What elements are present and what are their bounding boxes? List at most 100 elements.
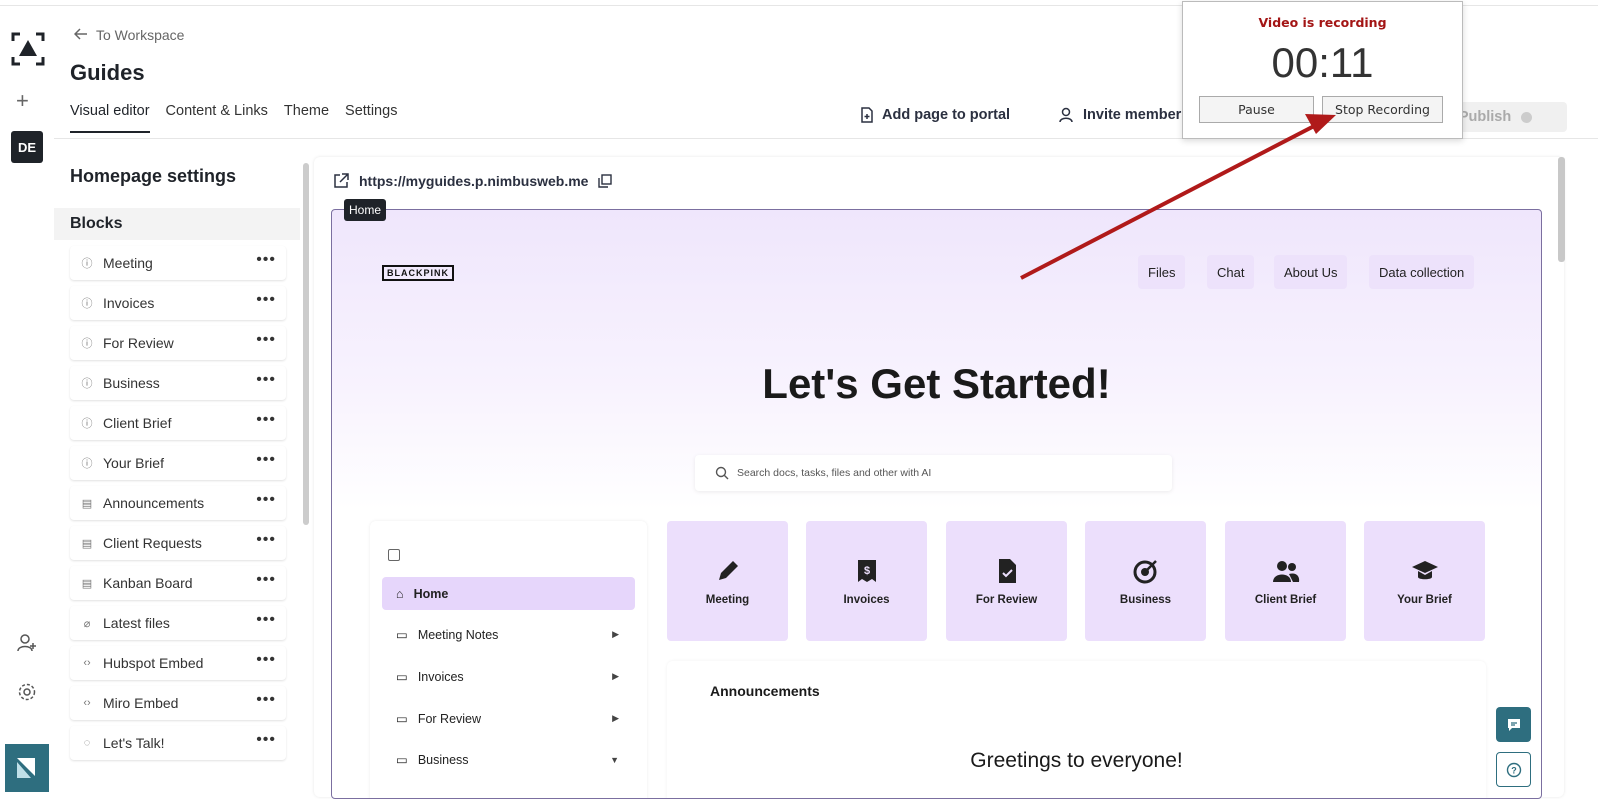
gear-icon[interactable] [17, 682, 37, 702]
panel-scrollbar[interactable] [303, 163, 309, 525]
invite-members-button[interactable]: Invite members [1059, 107, 1189, 123]
block-item-business[interactable]: ⓘ Business ••• [70, 366, 286, 400]
more-options-icon[interactable]: ••• [256, 252, 276, 268]
recording-timer: 00:11 [1271, 39, 1374, 86]
sidenav-item-for-review[interactable]: ▭ For Review ▶ [382, 702, 635, 735]
block-item-client-brief[interactable]: ⓘ Client Brief ••• [70, 406, 286, 440]
page-title: Guides [70, 60, 145, 85]
stop-recording-button[interactable]: Stop Recording [1322, 96, 1443, 123]
svg-text:?: ? [1511, 765, 1517, 775]
sidenav-item-home[interactable]: ⌂ Home [382, 577, 635, 610]
tab-content-links[interactable]: Content & Links [166, 103, 268, 133]
tab-settings[interactable]: Settings [345, 103, 397, 133]
home-icon: ⌂ [396, 586, 404, 601]
add-page-icon [861, 107, 873, 123]
site-nav-data-collection[interactable]: Data collection [1369, 255, 1475, 289]
target-icon [1133, 559, 1157, 583]
app-logo-icon[interactable] [11, 32, 45, 66]
block-item-meeting[interactable]: ⓘ Meeting ••• [70, 246, 286, 280]
info-icon: ⓘ [81, 338, 93, 350]
back-to-workspace-link[interactable]: To Workspace [73, 27, 185, 43]
collapse-sidebar-icon[interactable] [388, 549, 400, 561]
preview-scrollbar[interactable] [1558, 157, 1565, 262]
help-button[interactable]: ? [1496, 752, 1531, 787]
block-item-your-brief[interactable]: ⓘ Your Brief ••• [70, 446, 286, 480]
editor-tabs: Visual editor Content & Links Theme Sett… [70, 103, 397, 133]
external-link-icon[interactable] [333, 173, 349, 189]
tab-theme[interactable]: Theme [284, 103, 329, 133]
brand-icon[interactable] [5, 744, 49, 792]
block-item-miro-embed[interactable]: ‹› Miro Embed ••• [70, 686, 286, 720]
tab-visual-editor[interactable]: Visual editor [70, 103, 150, 133]
more-options-icon[interactable]: ••• [256, 292, 276, 308]
more-options-icon[interactable]: ••• [256, 332, 276, 348]
block-item-kanban-board[interactable]: ▤ Kanban Board ••• [70, 566, 286, 600]
tile-meeting[interactable]: Meeting [667, 521, 788, 641]
url-text: https://myguides.p.nimbusweb.me [359, 173, 589, 189]
more-options-icon[interactable]: ••• [256, 732, 276, 748]
add-page-to-portal-button[interactable]: Add page to portal [860, 107, 1010, 123]
info-icon: ⓘ [81, 378, 93, 390]
tile-for-review[interactable]: For Review [946, 521, 1067, 641]
search-placeholder: Search docs, tasks, files and other with… [737, 467, 932, 479]
file-check-icon [998, 558, 1016, 583]
portal-preview: BLACKPINK Files Chat About Us Data colle… [331, 209, 1542, 799]
recording-status: Video is recording [1258, 15, 1387, 30]
portal-url[interactable]: https://myguides.p.nimbusweb.me [333, 173, 613, 189]
add-icon[interactable]: + [16, 90, 29, 112]
publish-label: Publish [1458, 109, 1512, 125]
pause-button[interactable]: Pause [1199, 96, 1314, 123]
info-icon: ⓘ [81, 418, 93, 430]
site-nav-about-us[interactable]: About Us [1274, 255, 1348, 289]
more-options-icon[interactable]: ••• [256, 372, 276, 388]
paperclip-icon: ⌀ [83, 617, 91, 630]
tile-invoices[interactable]: $ Invoices [806, 521, 927, 641]
more-options-icon[interactable]: ••• [256, 532, 276, 548]
back-label: To Workspace [96, 27, 185, 43]
blocks-header: Blocks [54, 208, 300, 240]
avatar[interactable]: DE [11, 131, 43, 163]
invite-label: Invite members [1083, 107, 1190, 123]
tile-client-brief[interactable]: Client Brief [1225, 521, 1346, 641]
more-options-icon[interactable]: ••• [256, 652, 276, 668]
folder-icon: ▭ [396, 712, 408, 726]
site-logo[interactable]: BLACKPINK [382, 265, 454, 281]
site-nav-chat[interactable]: Chat [1207, 255, 1255, 289]
publish-status-dot [1521, 111, 1533, 123]
tile-business[interactable]: Business [1085, 521, 1206, 641]
more-options-icon[interactable]: ••• [256, 572, 276, 588]
add-user-icon[interactable] [17, 633, 37, 653]
more-options-icon[interactable]: ••• [256, 452, 276, 468]
tile-your-brief[interactable]: Your Brief [1364, 521, 1485, 641]
left-rail: + DE [0, 6, 54, 792]
block-item-for-review[interactable]: ⓘ For Review ••• [70, 326, 286, 360]
folder-icon: ▭ [396, 628, 408, 642]
arrow-left-icon [73, 27, 88, 43]
chevron-down-icon[interactable]: ▼ [610, 755, 619, 765]
more-options-icon[interactable]: ••• [256, 692, 276, 708]
site-nav-files[interactable]: Files [1138, 255, 1186, 289]
sidenav-item-meeting-notes[interactable]: ▭ Meeting Notes ▶ [382, 618, 635, 651]
block-item-client-requests[interactable]: ▤ Client Requests ••• [70, 526, 286, 560]
chat-button[interactable] [1496, 707, 1531, 742]
sidenav-item-business[interactable]: ▭ Business ▼ [382, 743, 635, 776]
sidenav-item-invoices[interactable]: ▭ Invoices ▶ [382, 660, 635, 693]
more-options-icon[interactable]: ••• [256, 612, 276, 628]
block-item-announcements[interactable]: ▤ Announcements ••• [70, 486, 286, 520]
block-item-invoices[interactable]: ⓘ Invoices ••• [70, 286, 286, 320]
chevron-right-icon[interactable]: ▶ [612, 671, 619, 682]
folder-icon: ▭ [396, 670, 408, 684]
site-search-input[interactable]: Search docs, tasks, files and other with… [695, 455, 1172, 491]
announcements-title: Announcements [710, 683, 820, 699]
more-options-icon[interactable]: ••• [256, 412, 276, 428]
block-item-lets-talk[interactable]: ◌ Let's Talk! ••• [70, 726, 286, 760]
chevron-right-icon[interactable]: ▶ [612, 713, 619, 724]
pencil-icon [718, 560, 738, 580]
block-item-hubspot-embed[interactable]: ‹› Hubspot Embed ••• [70, 646, 286, 680]
more-options-icon[interactable]: ••• [256, 492, 276, 508]
copy-icon[interactable] [598, 174, 613, 188]
chevron-right-icon[interactable]: ▶ [612, 629, 619, 640]
document-icon: ▤ [81, 577, 93, 590]
document-icon: ▤ [81, 497, 93, 510]
block-item-latest-files[interactable]: ⌀ Latest files ••• [70, 606, 286, 640]
